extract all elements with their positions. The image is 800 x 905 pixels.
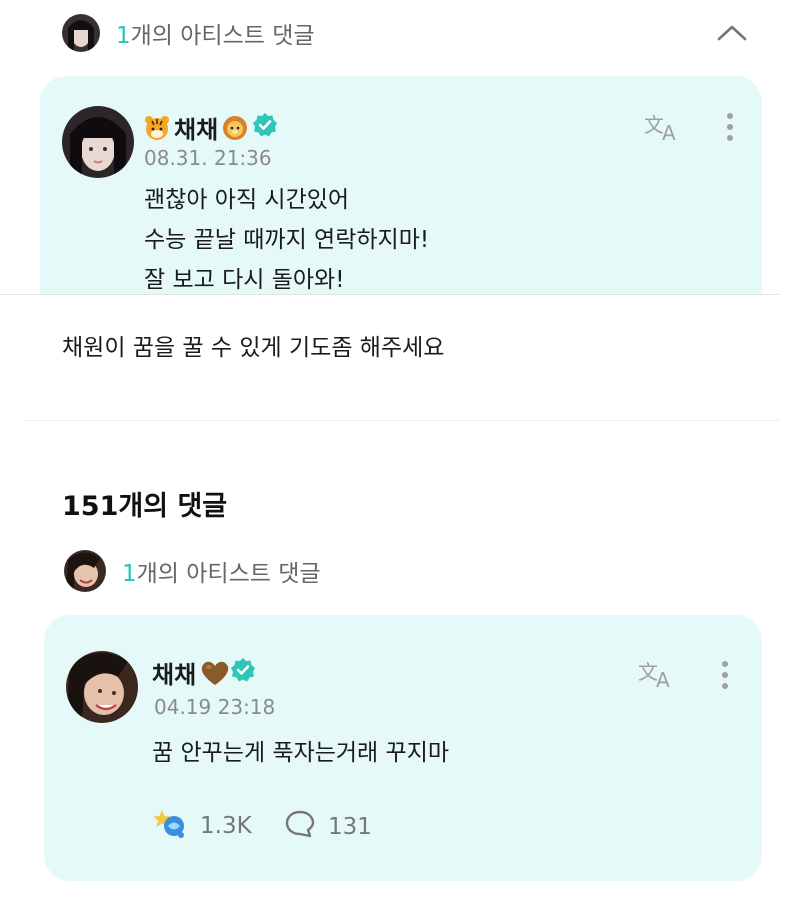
- artist-comment-label: 개의 아티스트 댓글: [136, 561, 321, 587]
- svg-text:文: 文: [644, 113, 664, 137]
- svg-text:A: A: [656, 668, 670, 691]
- divider: [24, 420, 780, 421]
- overlay-mask: [0, 295, 800, 325]
- comment-timestamp: 04.19 23:18: [154, 695, 276, 719]
- artist-avatar[interactable]: [66, 651, 138, 723]
- like-button[interactable]: 1.3K: [152, 807, 252, 845]
- reply-count: 131: [328, 814, 372, 840]
- like-reaction-icon: [152, 807, 186, 845]
- translate-icon[interactable]: 文 A: [638, 659, 676, 695]
- svg-text:A: A: [662, 121, 676, 144]
- comment-line: 괜찮아 아직 시간있어: [144, 187, 350, 213]
- more-vertical-icon[interactable]: [726, 112, 734, 146]
- artist-comment-count: 1: [122, 561, 137, 587]
- author-name-row: 채채: [144, 110, 278, 145]
- artist-avatar: [62, 14, 100, 52]
- lion-emoji-icon: [222, 115, 248, 141]
- comment-timestamp: 08.31. 21:36: [144, 146, 272, 170]
- artist-comment-header[interactable]: 1개의 아티스트 댓글: [62, 14, 315, 52]
- tiger-emoji-icon: [144, 115, 170, 141]
- post-text: 채원이 꿈을 꿀 수 있게 기도좀 해주세요: [62, 335, 445, 361]
- verified-badge-icon: [230, 657, 256, 689]
- artist-comment-header[interactable]: 1개의 아티스트 댓글: [64, 550, 321, 592]
- like-count: 1.3K: [200, 813, 252, 839]
- comment-body: 괜찮아 아직 시간있어 수능 끝날 때까지 연락하지마! 잘 보고 다시 돌아와…: [144, 180, 429, 300]
- chevron-up-icon[interactable]: [716, 22, 748, 46]
- artist-comment-label: 개의 아티스트 댓글: [130, 23, 315, 49]
- author-name: 채채: [152, 661, 197, 689]
- author-name: 채채: [174, 116, 219, 144]
- artist-avatar[interactable]: [62, 106, 134, 178]
- comment-line: 수능 끝날 때까지 연락하지마!: [144, 227, 430, 253]
- reply-bubble-icon: [284, 809, 316, 845]
- reply-button[interactable]: 131: [284, 809, 372, 845]
- artist-comment-card: 채채 04.19 23:18 꿈 안꾸는게 푹자는거래 꾸지마 文 A 1.3K…: [44, 615, 762, 881]
- svg-text:文: 文: [638, 660, 658, 684]
- artist-avatar: [64, 550, 106, 592]
- artist-comment-card: 채채 08.31. 21:36 괜찮아 아직 시간있어 수능 끝날 때까지 연락…: [40, 76, 762, 316]
- artist-comment-count: 1: [116, 23, 131, 49]
- comments-count-title: 151개의 댓글: [62, 491, 228, 522]
- translate-icon[interactable]: 文 A: [644, 112, 682, 148]
- comment-body: 꿈 안꾸는게 푹자는거래 꾸지마: [152, 740, 450, 766]
- more-vertical-icon[interactable]: [721, 660, 729, 694]
- author-name-row: 채채: [152, 655, 256, 690]
- verified-badge-icon: [252, 112, 278, 144]
- brown-heart-icon: [200, 660, 229, 686]
